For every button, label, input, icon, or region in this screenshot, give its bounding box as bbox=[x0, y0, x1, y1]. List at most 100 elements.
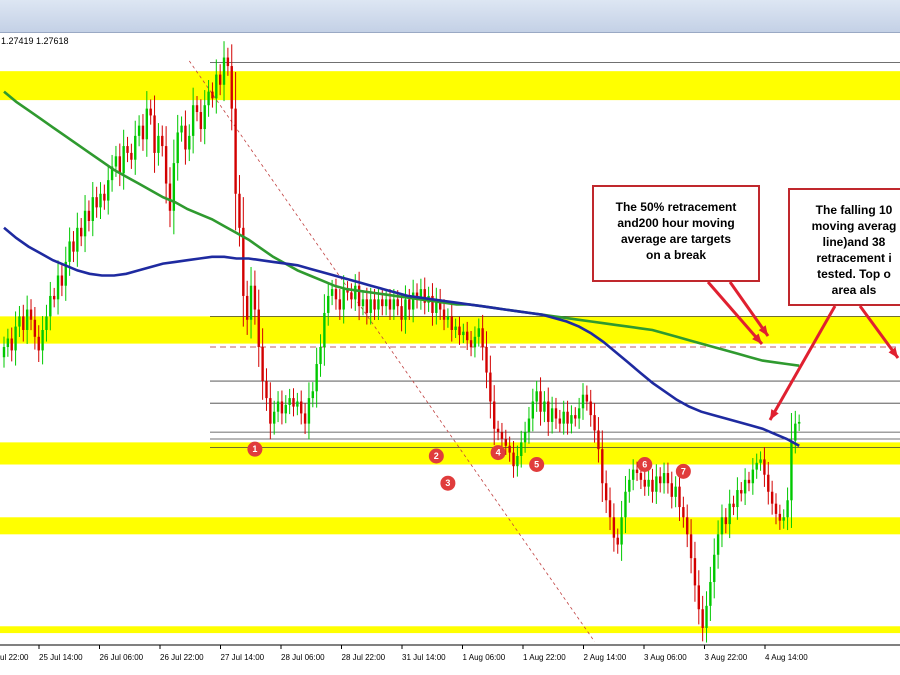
candle bbox=[303, 403, 307, 435]
candle bbox=[126, 136, 129, 163]
callout-line: and200 hour moving bbox=[617, 216, 735, 230]
candle bbox=[388, 288, 392, 320]
candle bbox=[720, 504, 724, 548]
candle-body bbox=[18, 316, 21, 327]
candle bbox=[419, 278, 423, 310]
candle bbox=[701, 595, 704, 642]
candle-body bbox=[612, 517, 616, 538]
candle-body bbox=[763, 459, 766, 475]
candle-body bbox=[253, 285, 257, 310]
candle-body bbox=[709, 581, 712, 606]
candle-body bbox=[280, 401, 284, 414]
x-tick-label: 3 Aug 06:00 bbox=[644, 653, 687, 662]
candle bbox=[338, 288, 342, 320]
candle-body bbox=[261, 347, 264, 382]
candle-body bbox=[330, 289, 334, 296]
candle-body bbox=[14, 326, 17, 351]
candle bbox=[91, 182, 94, 237]
candle bbox=[276, 391, 280, 423]
candle-body bbox=[489, 372, 492, 402]
candle-body bbox=[520, 442, 523, 456]
candle bbox=[323, 294, 326, 366]
candle-body bbox=[562, 411, 565, 424]
candle bbox=[76, 212, 79, 267]
candle-body bbox=[724, 517, 728, 525]
candle bbox=[628, 468, 631, 503]
candle-body bbox=[354, 285, 357, 300]
callout-line: on a break bbox=[645, 248, 707, 262]
candle-body bbox=[593, 415, 596, 431]
candle-body bbox=[388, 299, 392, 310]
candle-body bbox=[442, 309, 446, 320]
candle bbox=[659, 467, 662, 493]
candle-body bbox=[759, 459, 762, 463]
candle-body bbox=[122, 146, 125, 174]
candle bbox=[292, 388, 295, 417]
candle-body bbox=[103, 193, 106, 201]
candle bbox=[547, 387, 550, 436]
candle-body bbox=[473, 336, 477, 348]
candle-body bbox=[601, 449, 604, 484]
candle-body bbox=[257, 309, 260, 348]
candle-body bbox=[303, 413, 307, 424]
candle-body bbox=[666, 473, 670, 484]
candle-body bbox=[25, 309, 29, 330]
candle-body bbox=[778, 513, 782, 521]
candle bbox=[651, 468, 654, 503]
candle-body bbox=[655, 476, 658, 492]
price-chart[interactable]: 1 2 3 4 5 6 7 ul 22:00 25 Jul 14:00 26 Jul 06:00… bbox=[0, 32, 900, 675]
candle-body bbox=[238, 193, 241, 228]
candle-body bbox=[118, 156, 121, 174]
candle bbox=[666, 462, 670, 494]
candle bbox=[570, 405, 573, 434]
candle-body bbox=[631, 469, 635, 480]
candle-body bbox=[651, 479, 654, 492]
callout-line: retracement i bbox=[816, 251, 892, 265]
candle bbox=[527, 406, 531, 444]
candle-body bbox=[755, 462, 758, 470]
candle-body bbox=[767, 474, 770, 492]
candle-body bbox=[539, 391, 542, 412]
candle-body bbox=[446, 316, 450, 320]
marker-label: 6 bbox=[642, 460, 647, 470]
candle bbox=[269, 382, 272, 440]
candle-body bbox=[697, 585, 700, 610]
candle bbox=[157, 123, 160, 166]
candle-body bbox=[10, 338, 13, 351]
candle-body bbox=[91, 197, 94, 222]
candle bbox=[411, 279, 415, 323]
candle bbox=[95, 186, 98, 218]
candle bbox=[161, 125, 164, 157]
candle-body bbox=[581, 394, 585, 409]
candle-body bbox=[180, 125, 183, 133]
candle bbox=[64, 246, 67, 301]
candle bbox=[643, 470, 646, 496]
candle bbox=[153, 95, 156, 173]
candle-body bbox=[747, 479, 751, 484]
candle-body bbox=[682, 507, 685, 518]
candle-body bbox=[296, 401, 299, 407]
marker-label: 5 bbox=[534, 460, 539, 470]
candle-body bbox=[531, 401, 535, 419]
candle bbox=[593, 402, 596, 443]
chart-window: 1.27419 1.27618 1234567 ul 22:00 25 Jul 1… bbox=[0, 0, 900, 675]
candle bbox=[797, 414, 801, 432]
candle-body bbox=[145, 108, 149, 140]
window-titlebar bbox=[0, 0, 900, 33]
candle-body bbox=[80, 227, 83, 237]
candle-body bbox=[411, 292, 415, 310]
candle-body bbox=[770, 491, 774, 504]
candle bbox=[543, 391, 546, 423]
candle-body bbox=[83, 210, 87, 237]
candle-body bbox=[477, 328, 480, 337]
candle-body bbox=[454, 326, 457, 330]
candle-body bbox=[41, 329, 44, 351]
candle-body bbox=[137, 125, 141, 136]
candle-body bbox=[639, 473, 643, 480]
candle-body bbox=[466, 331, 469, 341]
callout-retracement-targets: The 50% retracement and200 hour moving a… bbox=[592, 185, 760, 282]
candle bbox=[199, 99, 203, 142]
candle bbox=[740, 482, 743, 502]
candle-body bbox=[211, 91, 214, 99]
candle bbox=[577, 397, 581, 429]
